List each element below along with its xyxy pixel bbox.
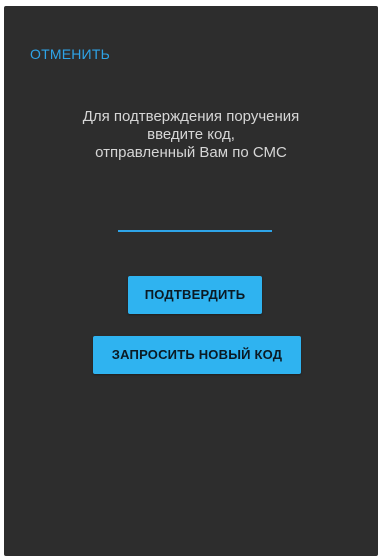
instruction-line-3: отправленный Вам по СМС bbox=[95, 144, 287, 161]
confirm-button-label: ПОДТВЕРДИТЬ bbox=[144, 287, 246, 302]
instruction-line-2: введите код, bbox=[147, 126, 235, 143]
request-new-code-button[interactable]: ЗАПРОСИТЬ НОВЫЙ КОД bbox=[93, 336, 301, 374]
cancel-button[interactable]: ОТМЕНИТЬ bbox=[30, 46, 110, 62]
request-new-code-button-label: ЗАПРОСИТЬ НОВЫЙ КОД bbox=[111, 347, 283, 362]
confirm-button[interactable]: ПОДТВЕРДИТЬ bbox=[128, 276, 262, 314]
sms-code-input[interactable] bbox=[118, 206, 272, 232]
sms-code-instructions: Для подтверждения поручения введите код,… bbox=[0, 108, 382, 162]
instruction-line-1: Для подтверждения поручения bbox=[82, 108, 300, 125]
